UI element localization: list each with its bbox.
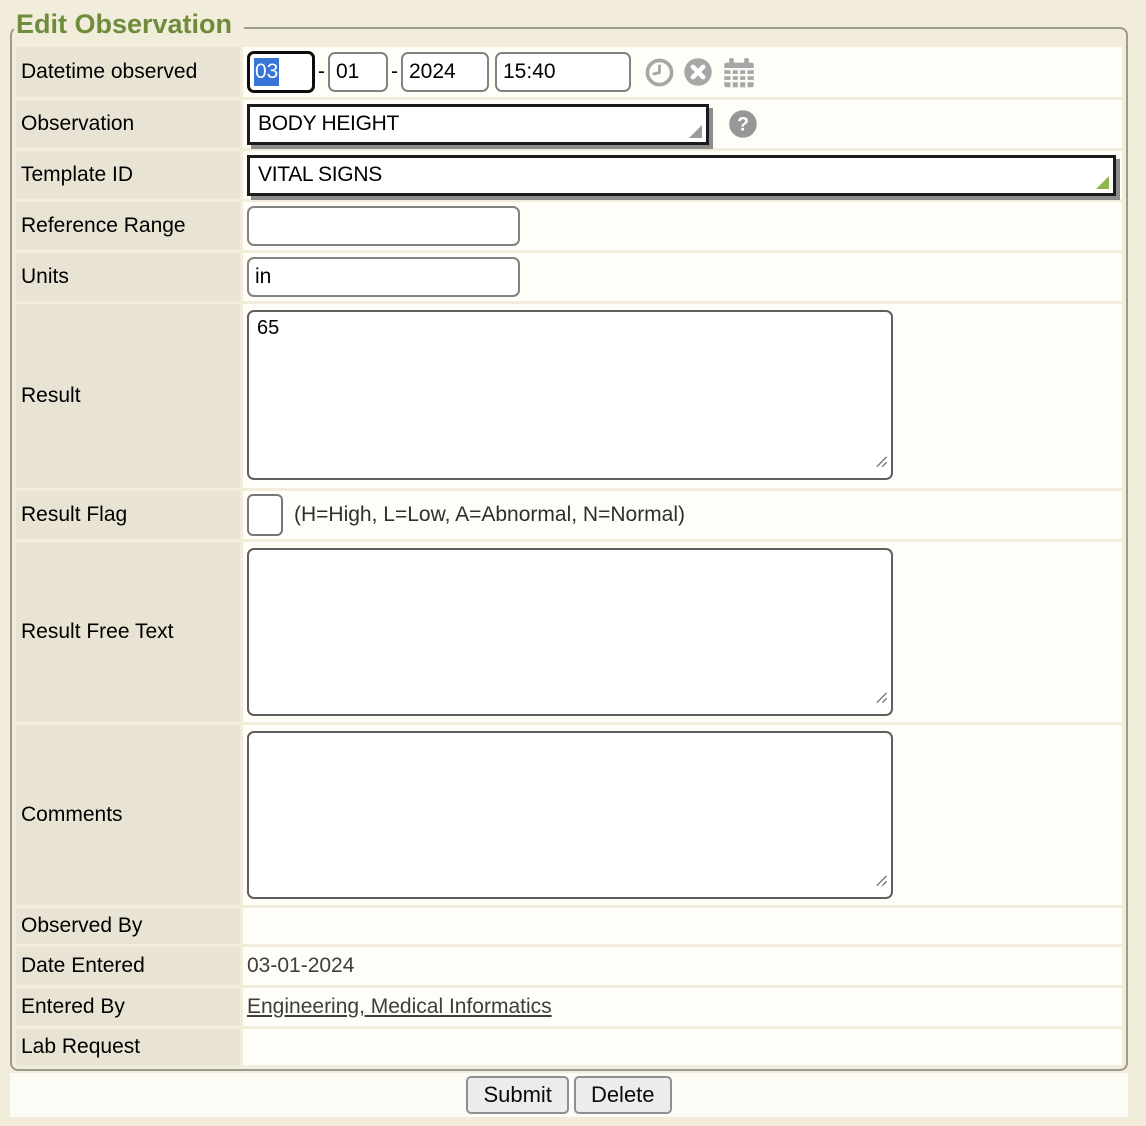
month-selected-text: 03 xyxy=(254,58,279,86)
observation-label: Observation xyxy=(16,100,240,148)
reference-range-input[interactable] xyxy=(247,206,520,246)
clear-icon[interactable] xyxy=(683,57,713,87)
result-textarea-wrap: 65 xyxy=(247,310,893,480)
lab-request-value-cell xyxy=(243,1029,1122,1065)
datetime-observed-label: Datetime observed xyxy=(16,47,240,97)
year-input[interactable] xyxy=(401,52,489,92)
template-id-value-cell xyxy=(243,151,1122,199)
units-label: Units xyxy=(16,253,240,301)
date-entered-label: Date Entered xyxy=(16,947,240,985)
row-result: Result 65 xyxy=(16,304,1122,488)
form-actions: Submit Delete xyxy=(10,1073,1128,1117)
entered-by-value-cell: Engineering, Medical Informatics xyxy=(243,988,1122,1026)
resize-grip-icon[interactable] xyxy=(874,690,889,710)
result-textarea[interactable]: 65 xyxy=(247,310,893,480)
svg-text:?: ? xyxy=(737,114,749,136)
result-flag-hint: (H=High, L=Low, A=Abnormal, N=Normal) xyxy=(294,503,685,527)
template-id-input-wrap xyxy=(247,155,1116,196)
time-input[interactable] xyxy=(495,52,631,92)
entered-by-link[interactable]: Engineering, Medical Informatics xyxy=(247,995,552,1019)
template-id-input[interactable] xyxy=(247,155,1116,196)
comments-label: Comments xyxy=(16,725,240,905)
comments-textarea[interactable] xyxy=(247,731,893,899)
row-date-entered: Date Entered 03-01-2024 xyxy=(16,947,1122,985)
result-flag-value-cell: (H=High, L=Low, A=Abnormal, N=Normal) xyxy=(243,491,1122,539)
result-value-cell: 65 xyxy=(243,304,1122,488)
comments-textarea-wrap xyxy=(247,731,893,899)
units-input[interactable] xyxy=(247,257,520,297)
row-result-flag: Result Flag (H=High, L=Low, A=Abnormal, … xyxy=(16,491,1122,539)
calendar-icon[interactable] xyxy=(722,57,756,88)
template-id-label: Template ID xyxy=(16,151,240,199)
row-lab-request: Lab Request xyxy=(16,1029,1122,1065)
row-observed-by: Observed By xyxy=(16,908,1122,944)
row-observation: Observation ? xyxy=(16,100,1122,148)
row-template-id: Template ID xyxy=(16,151,1122,199)
lab-request-label: Lab Request xyxy=(16,1029,240,1065)
submit-button[interactable]: Submit xyxy=(466,1076,568,1114)
comments-value-cell xyxy=(243,725,1122,905)
autocomplete-corner-icon xyxy=(689,125,702,138)
edit-observation-fieldset: Edit Observation Datetime observed 03 - … xyxy=(10,27,1128,1071)
resize-grip-icon[interactable] xyxy=(874,873,889,893)
row-units: Units xyxy=(16,253,1122,301)
observed-by-label: Observed By xyxy=(16,908,240,944)
row-reference-range: Reference Range xyxy=(16,202,1122,250)
result-flag-label: Result Flag xyxy=(16,491,240,539)
result-free-text-textarea-wrap xyxy=(247,548,893,716)
result-label: Result xyxy=(16,304,240,488)
date-entered-value-cell: 03-01-2024 xyxy=(243,947,1122,985)
result-free-text-value-cell xyxy=(243,542,1122,722)
date-separator: - xyxy=(391,60,398,84)
row-result-free-text: Result Free Text xyxy=(16,542,1122,722)
datetime-observed-value-cell: 03 - - xyxy=(243,47,1122,97)
observation-input[interactable] xyxy=(247,104,709,145)
date-entered-value: 03-01-2024 xyxy=(247,954,354,978)
date-separator: - xyxy=(318,60,325,84)
reference-range-value-cell xyxy=(243,202,1122,250)
result-flag-input[interactable] xyxy=(247,494,283,536)
datetime-icons xyxy=(645,57,756,88)
page-title: Edit Observation xyxy=(14,8,244,40)
form-rows: Datetime observed 03 - - xyxy=(16,47,1122,1065)
result-free-text-label: Result Free Text xyxy=(16,542,240,722)
day-input[interactable] xyxy=(328,52,388,92)
delete-button[interactable]: Delete xyxy=(574,1076,672,1114)
month-input[interactable]: 03 xyxy=(247,51,315,93)
entered-by-label: Entered By xyxy=(16,988,240,1026)
observation-input-wrap xyxy=(247,104,709,145)
autocomplete-corner-icon xyxy=(1096,176,1109,189)
reference-range-label: Reference Range xyxy=(16,202,240,250)
observed-by-value-cell xyxy=(243,908,1122,944)
resize-grip-icon[interactable] xyxy=(874,454,889,474)
row-entered-by: Entered By Engineering, Medical Informat… xyxy=(16,988,1122,1026)
units-value-cell xyxy=(243,253,1122,301)
question-icon[interactable]: ? xyxy=(728,109,758,139)
observation-value-cell: ? xyxy=(243,100,1122,148)
row-datetime-observed: Datetime observed 03 - - xyxy=(16,47,1122,97)
row-comments: Comments xyxy=(16,725,1122,905)
result-free-text-textarea[interactable] xyxy=(247,548,893,716)
clock-icon[interactable] xyxy=(645,58,674,87)
